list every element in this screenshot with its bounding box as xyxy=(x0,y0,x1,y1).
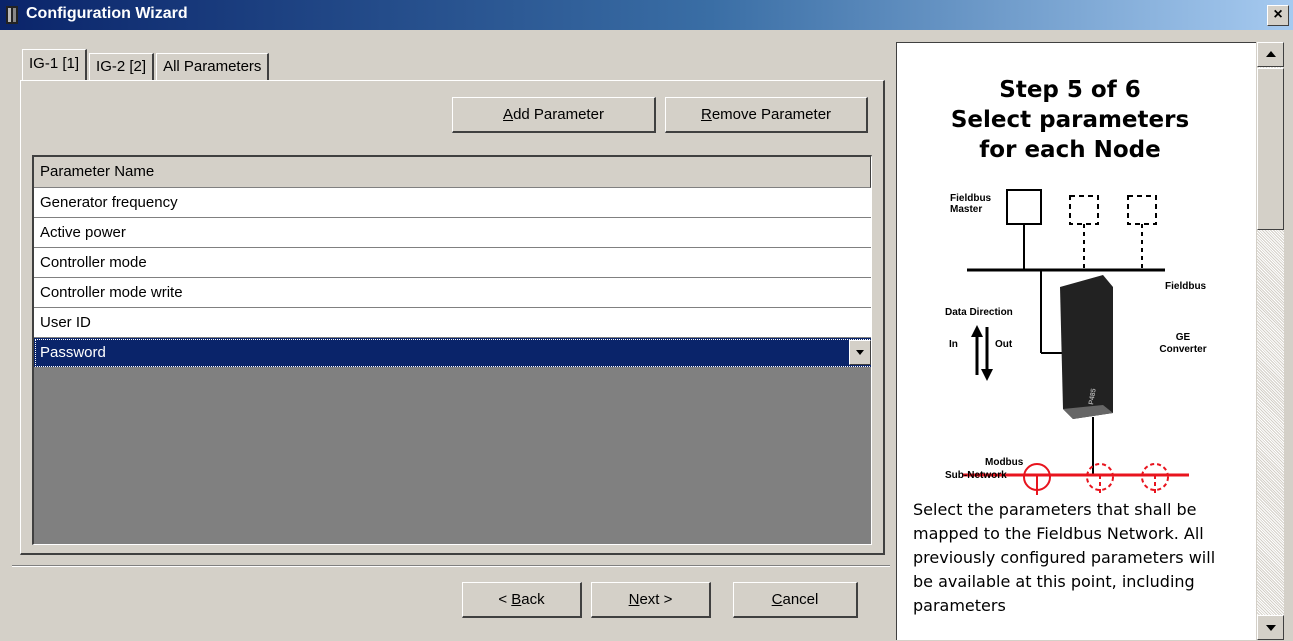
table-row[interactable]: Active power xyxy=(34,218,871,248)
close-icon: × xyxy=(1273,6,1283,23)
scroll-up-button[interactable] xyxy=(1257,42,1284,67)
table-row[interactable]: Generator frequency xyxy=(34,188,871,218)
master-slot-icon xyxy=(1069,195,1099,225)
tab-ig-2[interactable]: IG-2 [2] xyxy=(89,53,155,80)
tab-all-parameters[interactable]: All Parameters xyxy=(156,53,270,80)
scroll-up-icon xyxy=(1266,51,1276,57)
app-icon xyxy=(6,6,18,24)
row-dropdown-button[interactable] xyxy=(849,340,871,365)
next-label: ext > xyxy=(639,591,673,608)
modbus-diagram: Modbus Sub-Network xyxy=(945,457,1169,491)
step-heading: Step 5 of 6 Select parameters for each N… xyxy=(897,75,1243,165)
add-accel: A xyxy=(503,106,514,123)
modbus-node-icon xyxy=(1023,463,1051,491)
table-row[interactable]: User ID xyxy=(34,308,871,338)
out-label: Out xyxy=(995,339,1013,350)
help-description: Select the parameters that shall be mapp… xyxy=(913,500,1216,615)
cancel-label: ancel xyxy=(782,591,819,608)
table-row[interactable]: Controller mode write xyxy=(34,278,871,308)
window-title: Configuration Wizard xyxy=(26,5,188,22)
master-node-icon xyxy=(1006,189,1042,225)
column-header-parameter-name[interactable]: Parameter Name xyxy=(34,157,871,188)
step-heading-line1: Step 5 of 6 xyxy=(999,77,1141,103)
ge-label: GE xyxy=(1176,332,1191,343)
cancel-accel: C xyxy=(771,591,783,608)
fieldbus-label: Fieldbus xyxy=(1165,281,1207,292)
fieldbus-master-label-2: Master xyxy=(950,204,982,215)
back-button[interactable]: < Back xyxy=(462,582,582,618)
sub-network-label: Sub-Network xyxy=(945,470,1007,481)
chevron-down-icon xyxy=(856,350,864,355)
add-parameter-button[interactable]: Add Parameter xyxy=(452,97,656,133)
modbus-label: Modbus xyxy=(985,457,1024,468)
parameter-grid: Parameter Name Generator frequency Activ… xyxy=(32,155,872,545)
modbus-slot-icon xyxy=(1141,463,1169,491)
scroll-thumb[interactable] xyxy=(1257,68,1284,230)
selected-row-label: Password xyxy=(40,344,106,361)
add-label: dd Parameter xyxy=(513,106,604,123)
title-bar: Configuration Wizard × xyxy=(0,0,1293,30)
help-pane: Step 5 of 6 Select parameters for each N… xyxy=(896,42,1256,640)
scroll-down-button[interactable] xyxy=(1257,615,1284,640)
remove-accel: R xyxy=(700,106,712,123)
help-scrollbar[interactable] xyxy=(1257,42,1284,640)
close-button[interactable]: × xyxy=(1267,5,1289,26)
in-label: In xyxy=(949,339,958,350)
back-accel: B xyxy=(511,591,522,608)
table-row-selected[interactable]: Password xyxy=(34,338,871,368)
separator xyxy=(12,565,890,567)
step-heading-line3: for each Node xyxy=(979,137,1161,163)
remove-label: emove Parameter xyxy=(711,106,832,123)
tab-ig-1[interactable]: IG-1 [1] xyxy=(22,49,88,80)
data-direction-label: Data Direction xyxy=(945,307,1013,318)
back-prefix: < xyxy=(498,591,512,608)
step-heading-line2: Select parameters xyxy=(950,107,1190,133)
converter-label: Converter xyxy=(1159,344,1206,355)
cancel-button[interactable]: Cancel xyxy=(733,582,858,618)
modbus-slot-icon xyxy=(1086,463,1114,491)
ge-converter-icon xyxy=(1060,275,1113,419)
table-row[interactable]: Controller mode xyxy=(34,248,871,278)
back-label: ack xyxy=(521,591,545,608)
fieldbus-master-label-1: Fieldbus xyxy=(950,193,992,204)
next-button[interactable]: Next > xyxy=(591,582,711,618)
next-accel: N xyxy=(628,591,640,608)
scroll-down-icon xyxy=(1266,625,1276,631)
tab-strip: IG-1 [1] IG-2 [2] All Parameters xyxy=(22,48,271,80)
remove-parameter-button[interactable]: Remove Parameter xyxy=(665,97,868,133)
master-slot-icon xyxy=(1127,195,1157,225)
